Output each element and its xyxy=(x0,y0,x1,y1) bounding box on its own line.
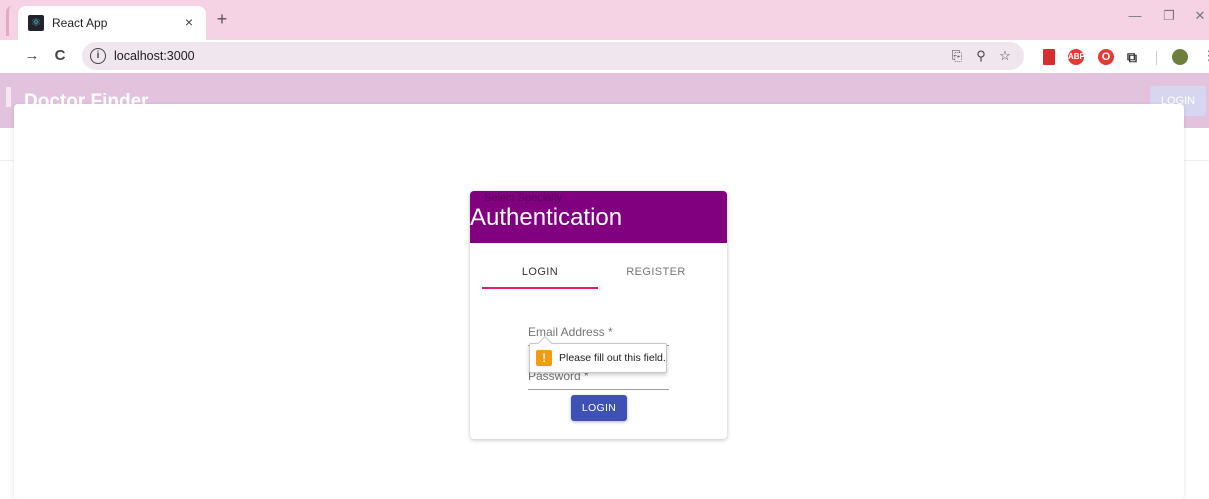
auth-card-header: Select Specialty Authentication xyxy=(470,191,727,243)
browser-menu-icon[interactable]: ⋮ xyxy=(1199,46,1209,66)
tab-close-icon[interactable]: × xyxy=(180,13,198,31)
auth-tabs: LOGIN REGISTER xyxy=(482,255,714,291)
browser-tab[interactable]: ⚛ React App × xyxy=(18,6,206,40)
toolbar-separator xyxy=(1156,51,1157,65)
adblock-extension-icon[interactable]: ABP xyxy=(1068,49,1085,65)
url-text[interactable]: localhost:3000 xyxy=(114,49,195,63)
tab-strip-edge xyxy=(6,6,14,36)
tab-register[interactable]: REGISTER xyxy=(598,255,714,289)
profile-avatar-icon[interactable] xyxy=(1172,49,1188,65)
opera-extension-icon[interactable]: O xyxy=(1098,49,1114,65)
specialty-hint-text: Select Specialty xyxy=(484,192,563,204)
puzzle-extensions-icon[interactable]: ⧉ xyxy=(1124,49,1140,65)
forward-icon[interactable]: → xyxy=(22,46,42,66)
tab-login[interactable]: LOGIN xyxy=(482,255,598,289)
browser-toolbar: → C i localhost:3000 ⎘ ⚲ ☆ ABP O ⧉ ⋮ xyxy=(0,40,1209,73)
react-favicon-icon: ⚛ xyxy=(28,15,44,31)
validation-message: Please fill out this field. xyxy=(559,352,666,364)
browser-tab-bar: ⚛ React App × + — ❐ ✕ xyxy=(0,0,1209,40)
auth-title: Authentication xyxy=(470,204,623,231)
site-info-icon[interactable]: i xyxy=(90,48,106,64)
minimize-icon[interactable]: — xyxy=(1125,8,1145,23)
tab-indicator xyxy=(482,287,598,289)
email-label: Email Address * xyxy=(528,325,613,339)
window-close-icon[interactable]: ✕ xyxy=(1190,8,1209,24)
restore-icon[interactable]: ❐ xyxy=(1159,8,1179,24)
reload-icon[interactable]: C xyxy=(50,46,70,66)
new-tab-icon[interactable]: + xyxy=(212,9,232,29)
login-submit-button[interactable]: LOGIN xyxy=(571,395,627,421)
validation-tooltip: ! Please fill out this field. xyxy=(529,335,667,373)
install-app-icon[interactable]: ⎘ xyxy=(948,47,966,65)
appbar-drawer-edge xyxy=(6,87,11,107)
address-bar[interactable]: i localhost:3000 ⎘ ⚲ ☆ xyxy=(82,42,1024,70)
book-extension-icon[interactable] xyxy=(1043,49,1055,65)
warning-icon: ! xyxy=(536,350,552,366)
bookmark-star-icon[interactable]: ☆ xyxy=(996,47,1014,65)
tab-title: React App xyxy=(52,16,108,30)
zoom-icon[interactable]: ⚲ xyxy=(972,47,990,65)
